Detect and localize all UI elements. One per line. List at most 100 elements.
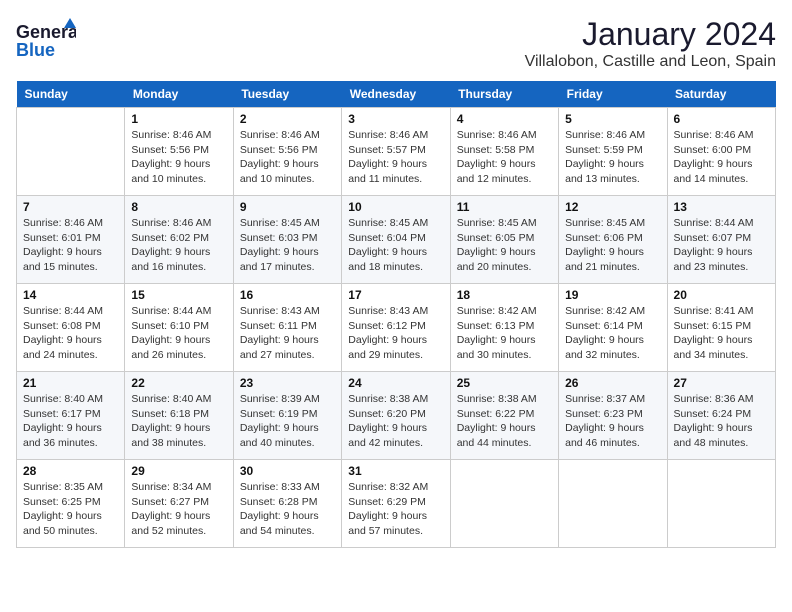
day-number: 1 bbox=[131, 112, 226, 126]
cell-info: Sunrise: 8:44 AMSunset: 6:10 PMDaylight:… bbox=[131, 304, 226, 363]
calendar-cell: 3 Sunrise: 8:46 AMSunset: 5:57 PMDaylight… bbox=[342, 108, 450, 196]
calendar-cell: 5 Sunrise: 8:46 AMSunset: 5:59 PMDaylight… bbox=[559, 108, 667, 196]
calendar-cell: 2Sunrise: 8:46 AMSunset: 5:56 PMDaylight… bbox=[233, 108, 341, 196]
calendar-cell: 18 Sunrise: 8:42 AMSunset: 6:13 PMDayligh… bbox=[450, 284, 558, 372]
cell-info: Sunrise: 8:38 AMSunset: 6:22 PMDaylight:… bbox=[457, 392, 552, 451]
calendar-cell: 7 Sunrise: 8:46 AMSunset: 6:01 PMDaylight… bbox=[17, 196, 125, 284]
day-number: 24 bbox=[348, 376, 443, 390]
cell-info: Sunrise: 8:38 AMSunset: 6:20 PMDaylight:… bbox=[348, 392, 443, 451]
day-number: 27 bbox=[674, 376, 769, 390]
day-number: 8 bbox=[131, 200, 226, 214]
day-header-monday: Monday bbox=[125, 81, 233, 108]
calendar-cell: 17 Sunrise: 8:43 AMSunset: 6:12 PMDayligh… bbox=[342, 284, 450, 372]
cell-info: Sunrise: 8:42 AMSunset: 6:14 PMDaylight:… bbox=[565, 304, 660, 363]
cell-info: Sunrise: 8:46 AMSunset: 5:56 PMDaylight:… bbox=[131, 128, 226, 187]
calendar-cell: 31Sunrise: 8:32 AMSunset: 6:29 PMDayligh… bbox=[342, 460, 450, 548]
cell-info: Sunrise: 8:42 AMSunset: 6:13 PMDaylight:… bbox=[457, 304, 552, 363]
cell-info: Sunrise: 8:41 AMSunset: 6:15 PMDaylight:… bbox=[674, 304, 769, 363]
day-number: 11 bbox=[457, 200, 552, 214]
calendar-cell: 6Sunrise: 8:46 AMSunset: 6:00 PMDaylight… bbox=[667, 108, 775, 196]
day-number: 9 bbox=[240, 200, 335, 214]
day-number: 22 bbox=[131, 376, 226, 390]
cell-info: Sunrise: 8:43 AMSunset: 6:11 PMDaylight:… bbox=[240, 304, 335, 363]
days-header-row: SundayMondayTuesdayWednesdayThursdayFrid… bbox=[17, 81, 776, 108]
cell-info: Sunrise: 8:40 AMSunset: 6:18 PMDaylight:… bbox=[131, 392, 226, 451]
day-number: 4 bbox=[457, 112, 552, 126]
calendar-cell: 20 Sunrise: 8:41 AMSunset: 6:15 PMDayligh… bbox=[667, 284, 775, 372]
day-number: 12 bbox=[565, 200, 660, 214]
day-number: 16 bbox=[240, 288, 335, 302]
calendar-cell bbox=[559, 460, 667, 548]
calendar-cell: 13 Sunrise: 8:44 AMSunset: 6:07 PMDayligh… bbox=[667, 196, 775, 284]
day-header-wednesday: Wednesday bbox=[342, 81, 450, 108]
calendar-cell: 9 Sunrise: 8:45 AMSunset: 6:03 PMDaylight… bbox=[233, 196, 341, 284]
calendar-cell: 12 Sunrise: 8:45 AMSunset: 6:06 PMDayligh… bbox=[559, 196, 667, 284]
week-row-1: 1 Sunrise: 8:46 AMSunset: 5:56 PMDaylight… bbox=[17, 108, 776, 196]
cell-info: Sunrise: 8:35 AMSunset: 6:25 PMDaylight:… bbox=[23, 480, 118, 539]
day-number: 14 bbox=[23, 288, 118, 302]
day-number: 13 bbox=[674, 200, 769, 214]
calendar-cell: 4 Sunrise: 8:46 AMSunset: 5:58 PMDaylight… bbox=[450, 108, 558, 196]
week-row-4: 21Sunrise: 8:40 AMSunset: 6:17 PMDayligh… bbox=[17, 372, 776, 460]
calendar-table: SundayMondayTuesdayWednesdayThursdayFrid… bbox=[16, 81, 776, 548]
cell-info: Sunrise: 8:33 AMSunset: 6:28 PMDaylight:… bbox=[240, 480, 335, 539]
title-section: January 2024 Villalobon, Castille and Le… bbox=[525, 16, 776, 71]
page-header: General Blue January 2024 Villalobon, Ca… bbox=[16, 16, 776, 71]
cell-info: Sunrise: 8:46 AMSunset: 5:59 PMDaylight:… bbox=[565, 128, 660, 187]
calendar-cell: 25 Sunrise: 8:38 AMSunset: 6:22 PMDayligh… bbox=[450, 372, 558, 460]
day-header-tuesday: Tuesday bbox=[233, 81, 341, 108]
cell-info: Sunrise: 8:45 AMSunset: 6:05 PMDaylight:… bbox=[457, 216, 552, 275]
day-number: 23 bbox=[240, 376, 335, 390]
day-number: 25 bbox=[457, 376, 552, 390]
day-number: 17 bbox=[348, 288, 443, 302]
calendar-cell: 29 Sunrise: 8:34 AMSunset: 6:27 PMDayligh… bbox=[125, 460, 233, 548]
week-row-3: 14 Sunrise: 8:44 AMSunset: 6:08 PMDayligh… bbox=[17, 284, 776, 372]
location-subtitle: Villalobon, Castille and Leon, Spain bbox=[525, 53, 776, 71]
cell-info: Sunrise: 8:39 AMSunset: 6:19 PMDaylight:… bbox=[240, 392, 335, 451]
calendar-cell: 15Sunrise: 8:44 AMSunset: 6:10 PMDayligh… bbox=[125, 284, 233, 372]
cell-info: Sunrise: 8:32 AMSunset: 6:29 PMDaylight:… bbox=[348, 480, 443, 539]
cell-info: Sunrise: 8:46 AMSunset: 6:00 PMDaylight:… bbox=[674, 128, 769, 187]
calendar-cell: 26Sunrise: 8:37 AMSunset: 6:23 PMDayligh… bbox=[559, 372, 667, 460]
cell-info: Sunrise: 8:46 AMSunset: 5:58 PMDaylight:… bbox=[457, 128, 552, 187]
calendar-cell: 24 Sunrise: 8:38 AMSunset: 6:20 PMDayligh… bbox=[342, 372, 450, 460]
cell-info: Sunrise: 8:44 AMSunset: 6:08 PMDaylight:… bbox=[23, 304, 118, 363]
logo: General Blue bbox=[16, 16, 76, 66]
calendar-cell: 11 Sunrise: 8:45 AMSunset: 6:05 PMDayligh… bbox=[450, 196, 558, 284]
cell-info: Sunrise: 8:34 AMSunset: 6:27 PMDaylight:… bbox=[131, 480, 226, 539]
day-number: 21 bbox=[23, 376, 118, 390]
day-number: 3 bbox=[348, 112, 443, 126]
week-row-2: 7 Sunrise: 8:46 AMSunset: 6:01 PMDaylight… bbox=[17, 196, 776, 284]
day-number: 5 bbox=[565, 112, 660, 126]
calendar-cell: 23 Sunrise: 8:39 AMSunset: 6:19 PMDayligh… bbox=[233, 372, 341, 460]
calendar-cell: 19 Sunrise: 8:42 AMSunset: 6:14 PMDayligh… bbox=[559, 284, 667, 372]
cell-info: Sunrise: 8:46 AMSunset: 5:56 PMDaylight:… bbox=[240, 128, 335, 187]
cell-info: Sunrise: 8:36 AMSunset: 6:24 PMDaylight:… bbox=[674, 392, 769, 451]
calendar-cell: 30Sunrise: 8:33 AMSunset: 6:28 PMDayligh… bbox=[233, 460, 341, 548]
day-header-sunday: Sunday bbox=[17, 81, 125, 108]
svg-text:Blue: Blue bbox=[16, 40, 55, 60]
cell-info: Sunrise: 8:46 AMSunset: 5:57 PMDaylight:… bbox=[348, 128, 443, 187]
day-number: 19 bbox=[565, 288, 660, 302]
month-year-title: January 2024 bbox=[525, 16, 776, 53]
cell-info: Sunrise: 8:43 AMSunset: 6:12 PMDaylight:… bbox=[348, 304, 443, 363]
cell-info: Sunrise: 8:45 AMSunset: 6:03 PMDaylight:… bbox=[240, 216, 335, 275]
cell-info: Sunrise: 8:45 AMSunset: 6:06 PMDaylight:… bbox=[565, 216, 660, 275]
calendar-cell bbox=[17, 108, 125, 196]
calendar-cell bbox=[667, 460, 775, 548]
calendar-cell: 1 Sunrise: 8:46 AMSunset: 5:56 PMDaylight… bbox=[125, 108, 233, 196]
calendar-cell: 22 Sunrise: 8:40 AMSunset: 6:18 PMDayligh… bbox=[125, 372, 233, 460]
cell-info: Sunrise: 8:46 AMSunset: 6:01 PMDaylight:… bbox=[23, 216, 118, 275]
day-number: 7 bbox=[23, 200, 118, 214]
day-number: 26 bbox=[565, 376, 660, 390]
cell-info: Sunrise: 8:44 AMSunset: 6:07 PMDaylight:… bbox=[674, 216, 769, 275]
cell-info: Sunrise: 8:46 AMSunset: 6:02 PMDaylight:… bbox=[131, 216, 226, 275]
day-number: 18 bbox=[457, 288, 552, 302]
day-number: 20 bbox=[674, 288, 769, 302]
calendar-cell: 21Sunrise: 8:40 AMSunset: 6:17 PMDayligh… bbox=[17, 372, 125, 460]
day-header-saturday: Saturday bbox=[667, 81, 775, 108]
day-number: 29 bbox=[131, 464, 226, 478]
calendar-cell: 10Sunrise: 8:45 AMSunset: 6:04 PMDayligh… bbox=[342, 196, 450, 284]
day-header-thursday: Thursday bbox=[450, 81, 558, 108]
logo-icon: General Blue bbox=[16, 16, 76, 66]
